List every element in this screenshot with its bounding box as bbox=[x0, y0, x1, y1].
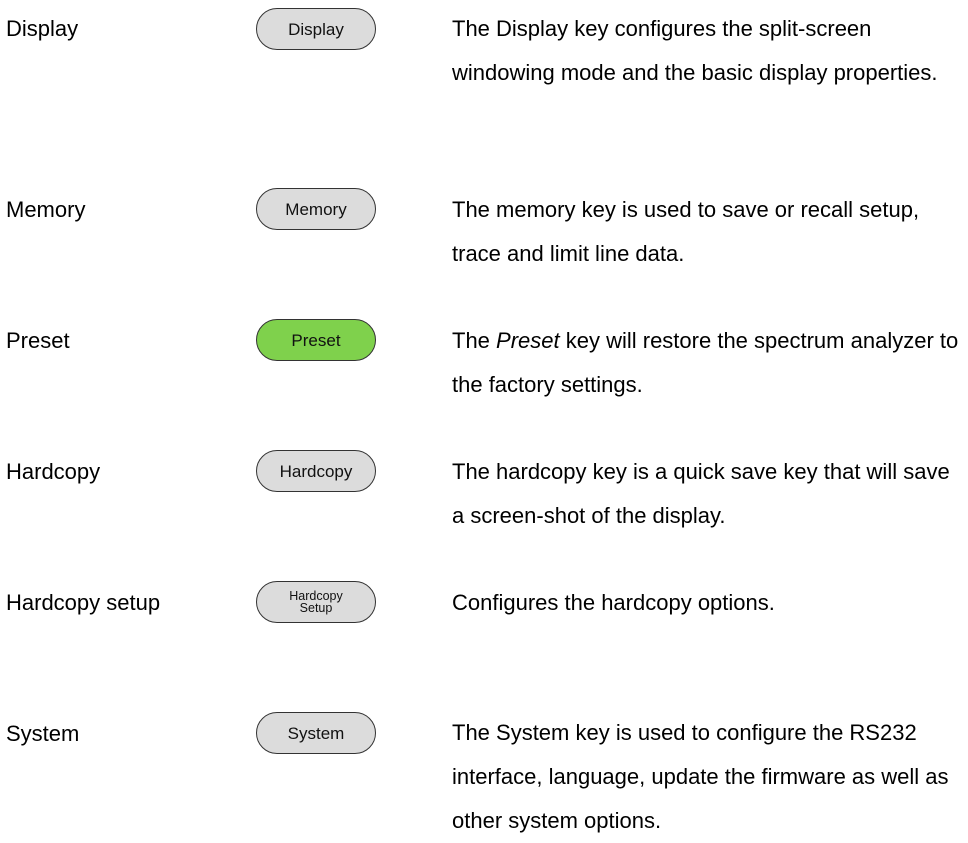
description-preset: The Preset key will restore the spectrum… bbox=[452, 319, 964, 407]
description-preset-prefix: The bbox=[452, 328, 497, 353]
description-system: The System key is used to configure the … bbox=[452, 720, 949, 833]
term-memory: Memory bbox=[6, 197, 86, 222]
memory-key-button[interactable]: Memory bbox=[256, 188, 376, 230]
description-hardcopy: The hardcopy key is a quick save key tha… bbox=[452, 459, 950, 528]
system-key-button[interactable]: System bbox=[256, 712, 376, 754]
display-key-button[interactable]: Display bbox=[256, 8, 376, 50]
term-system: System bbox=[6, 721, 80, 746]
hardcopy-key-button[interactable]: Hardcopy bbox=[256, 450, 376, 492]
description-memory: The memory key is used to save or recall… bbox=[452, 197, 920, 266]
hardcopy-setup-key-button[interactable]: Hardcopy Setup bbox=[256, 581, 376, 623]
preset-key-button[interactable]: Preset bbox=[256, 319, 376, 361]
term-hardcopy: Hardcopy bbox=[6, 459, 101, 484]
description-display: The Display key configures the split-scr… bbox=[452, 16, 938, 85]
description-hardcopy-setup: Configures the hardcopy options. bbox=[452, 590, 775, 615]
term-hardcopy-setup: Hardcopy setup bbox=[6, 590, 161, 615]
description-preset-emphasis: Preset bbox=[496, 328, 560, 353]
term-preset: Preset bbox=[6, 328, 70, 353]
term-display: Display bbox=[6, 16, 79, 41]
